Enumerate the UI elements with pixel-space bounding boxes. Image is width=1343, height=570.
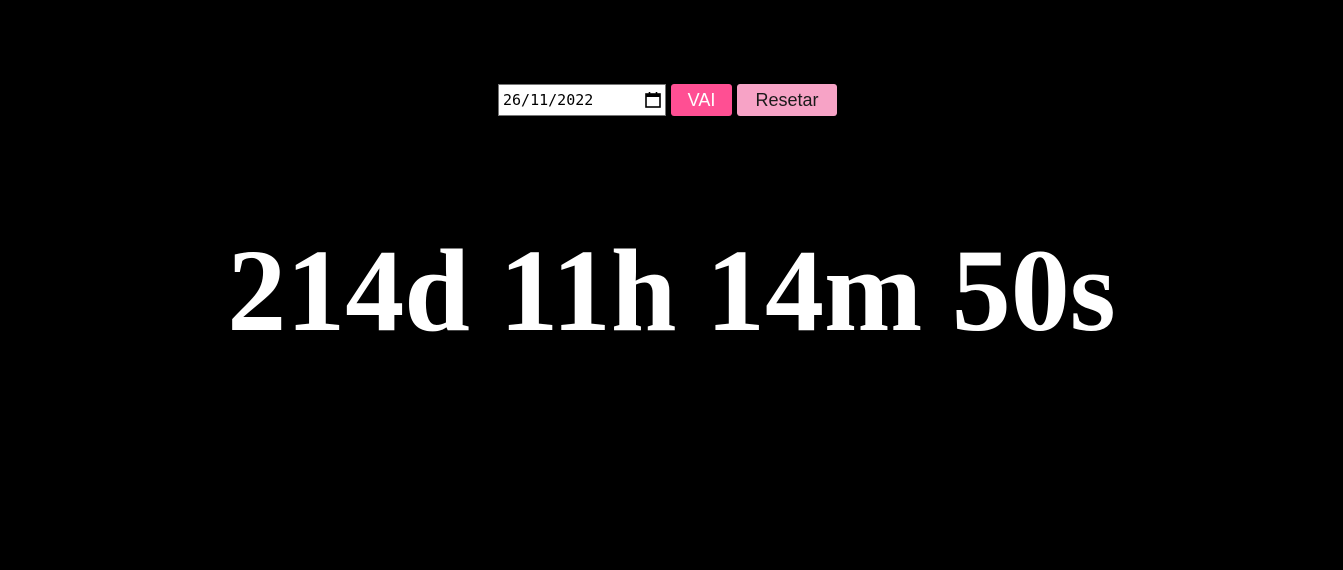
go-button[interactable]: VAI (671, 84, 732, 116)
countdown-display: 214d 11h 14m 50s (227, 225, 1116, 356)
date-input[interactable]: 26/11/2022 (498, 84, 666, 116)
reset-button[interactable]: Resetar (737, 84, 837, 116)
calendar-icon[interactable] (644, 91, 662, 109)
date-controls: 26/11/2022 VAI Resetar (498, 84, 837, 116)
countdown-page: 26/11/2022 VAI Resetar 214d 11h 14m 50s (0, 0, 1343, 570)
date-input-value[interactable]: 26/11/2022 (503, 91, 644, 109)
